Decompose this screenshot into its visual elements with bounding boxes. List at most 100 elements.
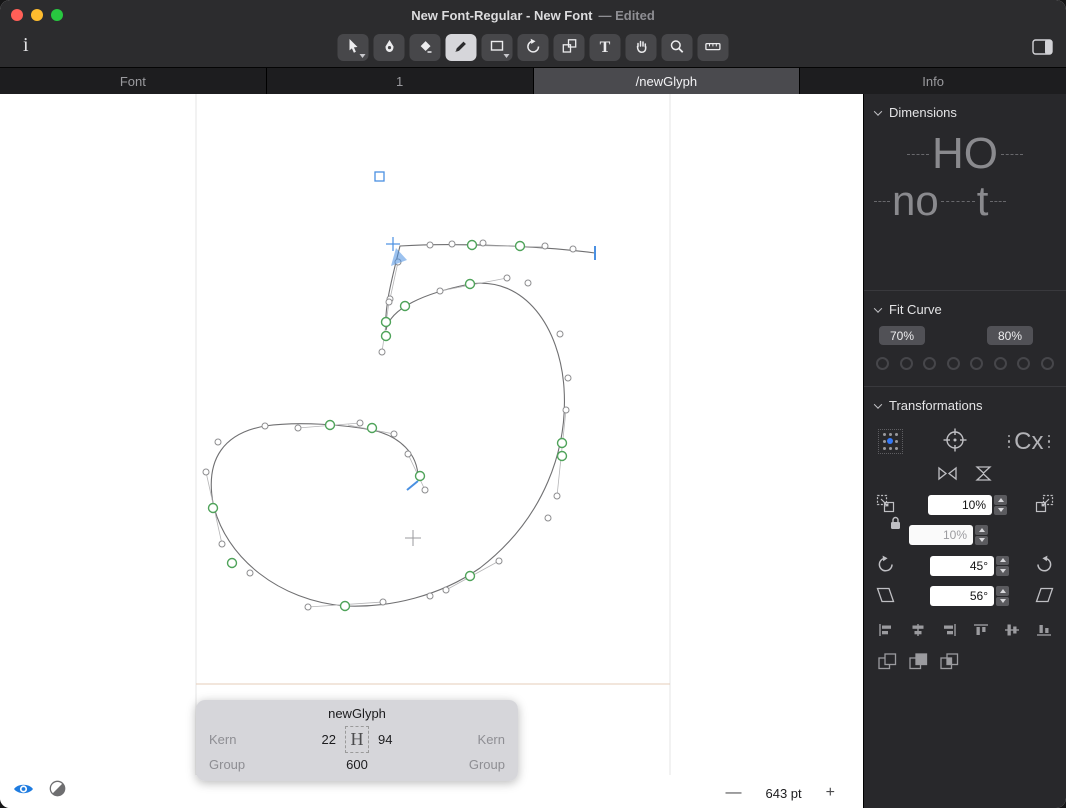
align-bottom-button[interactable] [1036,623,1052,640]
zoom-tool[interactable] [661,34,693,61]
slant-field[interactable]: 56° [930,586,994,606]
preview-toggle-button[interactable] [13,782,34,799]
zoom-window-button[interactable] [51,9,63,21]
kern-left-label[interactable]: Kern [209,732,261,747]
pencil-icon [454,39,469,57]
stepper-up[interactable] [996,555,1009,565]
measure-tool[interactable] [697,34,729,61]
ascender-sample: t [976,177,989,224]
fit-curve-step[interactable] [993,357,1007,370]
sidebar-toggle-button[interactable] [1032,39,1053,58]
fit-curve-step[interactable] [970,357,984,370]
hand-tool[interactable] [625,34,657,61]
pencil-tool[interactable] [445,34,477,61]
slant-row: 56° [864,577,1066,606]
dimensions-header[interactable]: Dimensions [864,94,1066,122]
fit-curve-step[interactable] [946,357,960,370]
fit-curve-steps [864,345,1066,374]
stepper-up[interactable] [996,586,1009,596]
align-center-v-button[interactable] [1004,623,1020,640]
zoom-value[interactable]: 643 pt [766,786,802,801]
erase-tool[interactable] [409,34,441,61]
tab-font[interactable]: Font [0,68,266,94]
fit-curve-step[interactable] [1040,357,1054,370]
right-sidebearing-value[interactable]: 94 [378,732,392,747]
fit-curve-max-button[interactable]: 80% [987,326,1033,345]
rotate-cw-button[interactable] [1034,554,1054,577]
text-tool[interactable]: T [589,34,621,61]
proportional-lock-button[interactable] [890,516,901,533]
transform-target-button[interactable] [942,427,968,456]
ruler-icon [705,40,722,56]
stepper-down[interactable] [996,566,1009,576]
align-left-button[interactable] [878,623,894,640]
glyph-path[interactable] [210,244,596,607]
scale-x-stepper [994,495,1007,515]
edit-canvas[interactable]: newGlyph Kern 22 H 94 Kern Group 600 Gro… [0,94,863,808]
flip-vertical-button[interactable] [974,465,993,485]
text-tool-icon: T [599,38,611,56]
slant-left-button[interactable] [876,587,895,606]
tool-group: T [337,34,729,61]
transform-reference-button[interactable]: Cx [1007,429,1050,454]
scale-up-button[interactable] [1035,494,1054,516]
glyph-width-value[interactable]: 600 [346,757,368,772]
zoom-out-button[interactable]: — [726,784,742,802]
close-button[interactable] [11,9,23,21]
fit-curve-min-button[interactable]: 70% [879,326,925,345]
draw-tool[interactable] [373,34,405,61]
select-tool[interactable] [337,34,369,61]
intersect-button[interactable] [940,653,959,673]
stepper-down[interactable] [996,596,1009,606]
align-center-h-button[interactable] [910,623,926,640]
rotate-tool[interactable] [517,34,549,61]
scale-y-field[interactable]: 10% [909,525,973,545]
subtract-button[interactable] [909,653,928,673]
reference-dots-icon [1047,434,1050,449]
slant-right-icon [1035,587,1054,606]
align-top-button[interactable] [973,623,989,640]
stepper-up[interactable] [975,525,988,535]
align-center-h-icon [910,623,926,640]
metric-dash [940,200,975,202]
scale-tool[interactable] [553,34,585,61]
slant-right-button[interactable] [1035,587,1054,606]
group-right-label[interactable]: Group [453,757,505,772]
main-area: newGlyph Kern 22 H 94 Kern Group 600 Gro… [0,94,1066,808]
shape-tool[interactable] [481,34,513,61]
stepper-down[interactable] [994,505,1007,515]
metric-dash [907,153,929,155]
flip-horizontal-button[interactable] [937,465,958,485]
left-sidebearing-value[interactable]: 22 [322,732,336,747]
tab-glyph[interactable]: /newGlyph [533,68,800,94]
fit-curve-step[interactable] [923,357,937,370]
transform-origin-selector[interactable] [878,429,903,454]
tab-layer[interactable]: 1 [266,68,533,94]
traffic-lights [11,9,63,21]
document-title: New Font-Regular - New Font [411,7,593,23]
fit-curve-step[interactable] [1017,357,1031,370]
align-right-button[interactable] [941,623,957,640]
group-left-label[interactable]: Group [209,757,261,772]
metric-dash [990,200,1007,202]
scale-up-icon [1035,494,1054,516]
rotation-field[interactable]: 45° [930,555,994,576]
tab-info[interactable]: Info [800,68,1066,94]
metrics-sample-letter[interactable]: H [345,726,369,753]
kern-right-label[interactable]: Kern [453,732,505,747]
scale-x-field[interactable]: 10% [928,495,992,515]
scale-down-icon [876,494,895,516]
stepper-down[interactable] [975,535,988,545]
glyph-name: newGlyph [328,706,386,721]
fit-curve-step[interactable] [876,357,889,370]
scale-down-button[interactable] [876,494,895,516]
zoom-in-button[interactable]: + [826,784,835,802]
union-button[interactable] [878,653,897,673]
fit-curve-header[interactable]: Fit Curve [864,291,1066,319]
transformations-header[interactable]: Transformations [864,387,1066,415]
fit-curve-step[interactable] [899,357,913,370]
blackwhite-toggle-button[interactable] [49,780,66,800]
rotate-ccw-button[interactable] [876,554,896,577]
minimize-button[interactable] [31,9,43,21]
stepper-up[interactable] [994,495,1007,505]
